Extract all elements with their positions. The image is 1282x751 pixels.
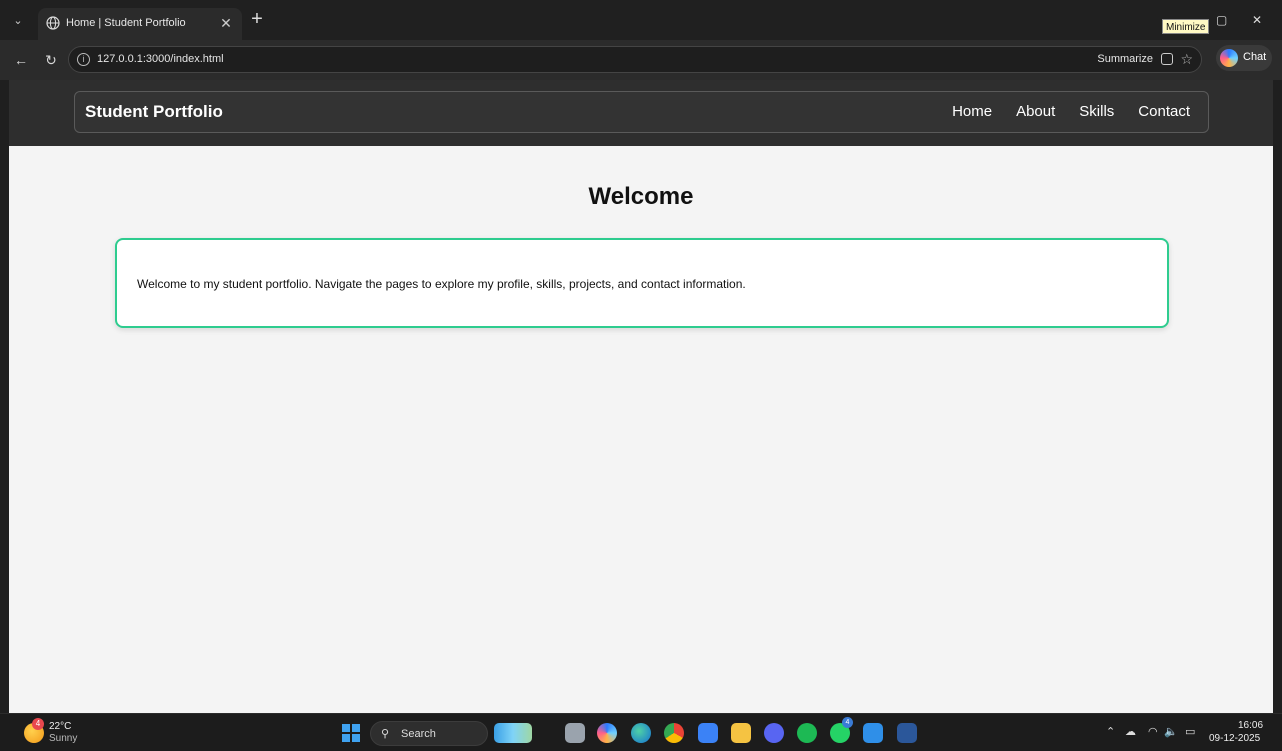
url-text[interactable]: 127.0.0.1:3000/index.html [97, 53, 224, 65]
task-view-icon[interactable] [565, 723, 585, 743]
copilot-chat-button[interactable]: Chat [1216, 45, 1272, 71]
new-tab-button[interactable]: + [248, 9, 266, 29]
speaker-muted-icon[interactable]: 🔈 [1164, 726, 1178, 738]
file-explorer-icon[interactable] [731, 723, 751, 743]
weather-condition[interactable]: Sunny [49, 733, 77, 744]
store-icon[interactable] [698, 723, 718, 743]
summarize-button[interactable]: Summarize [1097, 53, 1153, 65]
search-label: Search [401, 728, 436, 740]
site-info-icon[interactable]: i [77, 53, 90, 66]
clock-date[interactable]: 09-12-2025 [1209, 733, 1260, 744]
page-title: Welcome [588, 183, 694, 210]
copilot-logo-icon [1220, 49, 1238, 67]
tab-title: Home | Student Portfolio [66, 17, 186, 29]
windows-start-icon[interactable] [342, 724, 360, 742]
search-icon: ⚲ [381, 728, 390, 740]
window-close-icon[interactable]: ✕ [1252, 13, 1262, 27]
clock-time[interactable]: 16:06 [1238, 720, 1263, 731]
edge-icon[interactable] [631, 723, 651, 743]
chrome-icon[interactable] [664, 723, 684, 743]
widgets-icon[interactable] [494, 723, 532, 743]
page-viewport: Student Portfolio Home About Skills Cont… [9, 80, 1273, 713]
discord-icon[interactable] [764, 723, 784, 743]
browser-tab-active[interactable]: Home | Student Portfolio ✕ [38, 8, 242, 40]
wifi-icon[interactable]: ◠ [1148, 726, 1158, 738]
nav-link-skills[interactable]: Skills [1079, 103, 1114, 120]
copilot-summarize-icon[interactable] [1161, 53, 1173, 65]
battery-icon[interactable]: ▭ [1185, 726, 1195, 738]
intro-text: Welcome to my student portfolio. Navigat… [137, 277, 746, 291]
browser-toolbar: ← ↻ i 127.0.0.1:3000/index.html Summariz… [0, 40, 1282, 80]
maximize-icon[interactable]: ▢ [1216, 13, 1227, 27]
intro-card: Welcome to my student portfolio. Navigat… [115, 238, 1169, 328]
tab-list-chevron-icon[interactable]: ⌄ [10, 13, 26, 29]
nav-links: Home About Skills Contact [952, 103, 1190, 120]
browser-tab-strip: ⌄ Home | Student Portfolio ✕ + Minimize … [0, 0, 1282, 40]
favorite-star-icon[interactable]: ☆ [1180, 51, 1193, 68]
globe-icon [46, 16, 60, 30]
tray-chevron-up-icon[interactable]: ⌃ [1106, 726, 1115, 738]
site-brand[interactable]: Student Portfolio [85, 102, 223, 122]
nav-link-contact[interactable]: Contact [1138, 103, 1190, 120]
site-navbar: Student Portfolio Home About Skills Cont… [74, 91, 1209, 133]
nav-link-about[interactable]: About [1016, 103, 1055, 120]
tab-close-icon[interactable]: ✕ [218, 15, 234, 31]
onedrive-cloud-icon[interactable]: ☁ [1125, 726, 1136, 738]
chat-label: Chat [1243, 51, 1267, 63]
back-arrow-icon[interactable]: ← [12, 52, 30, 68]
weather-badge: 4 [32, 718, 44, 730]
nav-link-home[interactable]: Home [952, 103, 992, 120]
spotify-icon[interactable] [797, 723, 817, 743]
whatsapp-badge: 4 [842, 717, 853, 728]
address-bar[interactable]: i 127.0.0.1:3000/index.html Summarize ☆ [68, 46, 1202, 73]
word-icon[interactable] [897, 723, 917, 743]
weather-temperature[interactable]: 22°C [49, 721, 71, 732]
minimize-tooltip: Minimize [1162, 19, 1210, 34]
taskbar: 4 22°C Sunny ⚲ Search 4 ⌃ ☁ ◠ 🔈 ▭ 16:06 … [0, 713, 1282, 751]
taskbar-search[interactable]: ⚲ Search [370, 721, 488, 746]
copilot-icon[interactable] [597, 723, 617, 743]
reload-icon[interactable]: ↻ [42, 52, 60, 68]
site-header: Student Portfolio Home About Skills Cont… [9, 80, 1273, 146]
vscode-icon[interactable] [863, 723, 883, 743]
